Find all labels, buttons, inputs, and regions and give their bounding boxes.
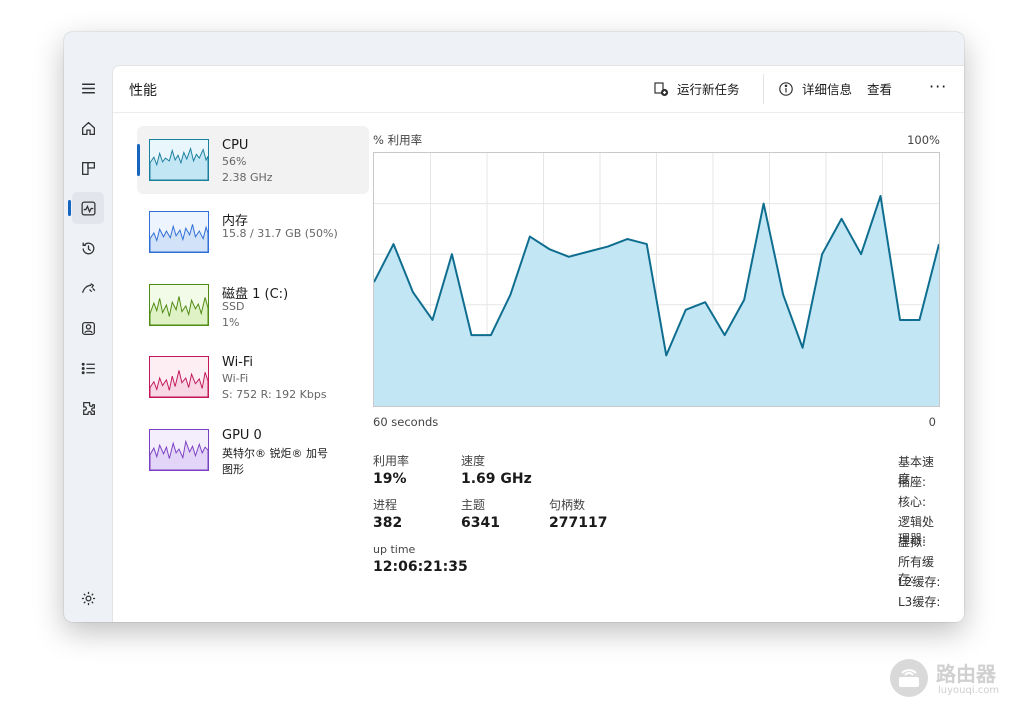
wifi-thumb-area [150,370,208,397]
page-title: 性能 [129,83,157,99]
header-bar: 性能 运行新任务 详细信息 查看 ··· [113,66,964,113]
startup-icon[interactable] [72,272,104,304]
device-cpu[interactable]: CPU 56% 2.38 GHz [137,126,369,194]
details-button[interactable]: 详细信息 [778,79,852,98]
watermark: 路由器 luyouqi.com [888,657,1028,701]
spec-key: 插座: [898,475,927,489]
spec-key: L2缓存: [898,575,941,589]
device-name: GPU 0 [222,428,262,443]
cpu-thumb-area [150,146,208,180]
spec-key: L3缓存: [898,595,941,609]
memory-thumbnail-graph [149,211,209,253]
nav-rail [64,32,112,622]
handles-label: 句柄数 [549,498,586,512]
services-icon[interactable] [72,392,104,424]
info-icon [779,81,793,96]
threads-label: 主题 [461,498,486,512]
device-model: 英特尔® 锐炬® 加号 [222,447,328,460]
home-icon[interactable] [72,112,104,144]
graph-y-max: 100% [907,133,940,147]
users-icon[interactable] [72,312,104,344]
graph-y-label: % 利用率 [373,133,423,147]
processes-icon[interactable] [72,152,104,184]
details-label: 详细信息 [802,82,853,97]
utilization-value: 19% [373,471,407,487]
wifi-thumbnail-graph [149,356,209,398]
router-logo-icon [890,659,928,697]
run-new-task-label: 运行新任务 [677,82,740,97]
device-disk[interactable]: 磁盘 1 (C:) SSD 1% [137,271,369,339]
threads-value: 6341 [461,515,500,531]
disk-thumb-area [150,296,208,325]
utilization-label: 利用率 [373,454,410,468]
view-label: 查看 [867,82,893,97]
menu-icon[interactable] [72,72,104,104]
more-options-button[interactable]: ··· [929,77,947,96]
spec-key: 虚拟: [898,535,927,549]
device-detail: 2.38 GHz [222,171,273,184]
device-name: CPU [222,138,249,153]
speed-label: 速度 [461,454,486,468]
device-wifi[interactable]: Wi-Fi Wi-Fi S: 752 R: 192 Kbps [137,343,369,411]
uptime-value: 12:06:21:35 [373,559,468,575]
processes-value: 382 [373,515,403,531]
device-name: Wi-Fi [222,355,254,370]
details-icon[interactable] [72,352,104,384]
selection-indicator [137,144,140,176]
device-usage: 56% [222,155,247,168]
device-model-cont: 图形 [222,463,244,476]
content-panel: 性能 运行新任务 详细信息 查看 ··· CPU 56% 2.38 GHz 内存… [112,65,964,622]
device-throughput: S: 752 R: 192 Kbps [222,388,327,401]
run-new-task-button[interactable]: 运行新任务 [653,79,740,98]
graph-x-right-label: 0 [928,415,936,429]
graph-x-left-label: 60 seconds [373,415,439,429]
device-usage: 1% [222,316,240,329]
settings-icon[interactable] [72,582,104,614]
watermark-subtitle: luyouqi.com [938,685,1000,696]
processes-label: 进程 [373,498,398,512]
device-type: SSD [222,300,245,313]
rail-active-indicator [68,200,71,216]
performance-icon[interactable] [72,192,104,224]
spec-key: 核心: [898,495,927,509]
handles-value: 277117 [549,515,608,531]
device-type: Wi-Fi [222,372,249,385]
cpu-utilization-graph [373,152,940,407]
memory-thumb-area [150,224,208,252]
speed-value: 1.69 GHz [461,471,532,487]
watermark-title: 路由器 [936,662,996,686]
device-usage: 15.8 / 31.7 GB (50%) [222,227,338,240]
disk-thumbnail-graph [149,284,209,326]
history-icon[interactable] [72,232,104,264]
header-separator [763,74,764,104]
device-gpu[interactable]: GPU 0 英特尔® 锐炬® 加号 图形 [137,416,369,484]
task-manager-window: 性能 运行新任务 详细信息 查看 ··· CPU 56% 2.38 GHz 内存… [64,32,964,622]
gpu-thumb-area [150,439,208,470]
device-memory[interactable]: 内存 15.8 / 31.7 GB (50%) [137,198,369,266]
view-button[interactable]: 查看 [867,79,892,98]
cpu-thumbnail-graph [149,139,209,181]
gpu-thumbnail-graph [149,429,209,471]
uptime-label: up time [373,543,416,556]
run-task-icon [654,81,669,96]
